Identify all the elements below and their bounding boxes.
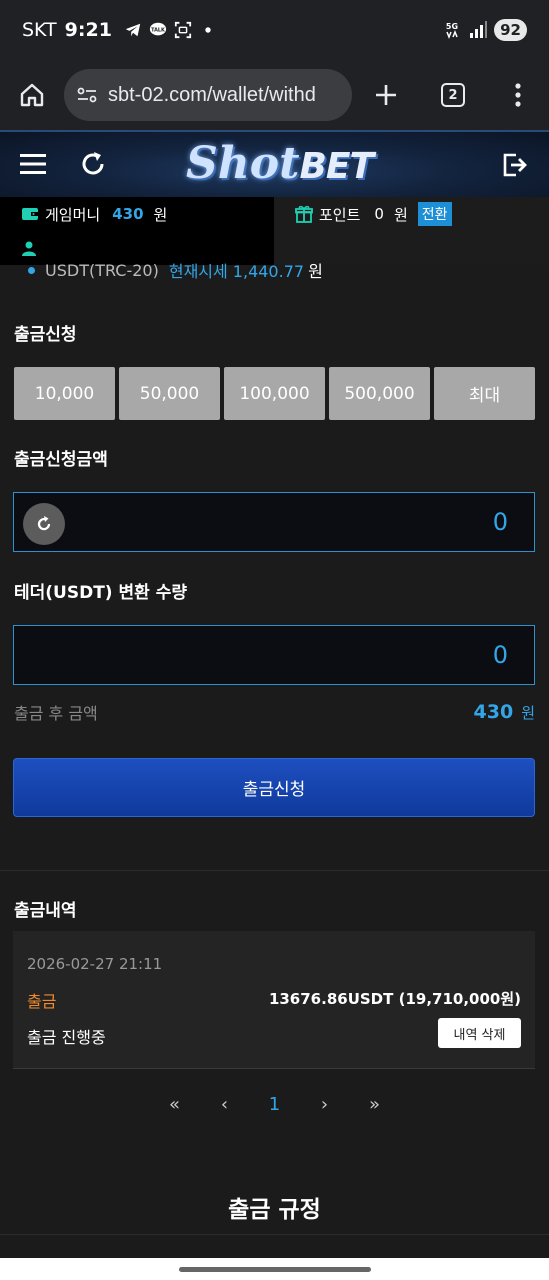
notification-dot-icon (205, 27, 211, 33)
usdt-amount-value: 0 (492, 641, 508, 669)
site-settings-icon[interactable] (76, 84, 98, 106)
signal-icon (470, 21, 488, 38)
svg-text:5G: 5G (446, 22, 458, 31)
home-gesture-handle[interactable] (178, 1266, 371, 1272)
telegram-icon (125, 23, 141, 37)
point-label: 포인트 (319, 205, 361, 224)
prev-page-button[interactable]: ‹ (214, 1094, 236, 1115)
convert-button[interactable]: 전환 (417, 202, 452, 226)
quick-amount-max[interactable]: 최대 (434, 367, 535, 420)
screenshot-icon (174, 21, 192, 39)
home-icon (20, 83, 44, 107)
browser-toolbar: sbt-02.com/wallet/withd 2 (0, 60, 549, 130)
history-amount: 13676.86USDT (19,710,000원) (268, 990, 521, 1008)
logo-bet-text: BET (299, 146, 374, 187)
last-page-button[interactable]: » (364, 1094, 386, 1115)
game-money-display: 게임머니 430 원 (0, 197, 274, 231)
divider (0, 1234, 549, 1235)
quick-amount-10000[interactable]: 10,000 (14, 367, 115, 420)
battery-indicator: 92 (494, 19, 527, 41)
more-vertical-icon (514, 83, 521, 107)
wallet-bar: 게임머니 430 원 포인트 0 원 전환 (0, 197, 549, 231)
usdt-amount-label: 테더(USDT) 변환 수량 (14, 583, 187, 603)
game-money-label: 게임머니 (45, 205, 101, 224)
point-unit: 원 (393, 205, 408, 224)
balance-after-label: 출금 후 금액 (14, 704, 98, 723)
history-type: 출금 (27, 992, 57, 1011)
balance-after-unit: 원 (521, 703, 535, 722)
carrier-label: SKT (22, 19, 57, 41)
svg-text:TALK: TALK (151, 27, 165, 33)
history-item: 2026-02-27 21:11 출금 13676.86USDT (19,710… (13, 931, 535, 1069)
clock: 9:21 (64, 19, 112, 41)
history-date: 2026-02-27 21:11 (27, 955, 163, 973)
first-page-button[interactable]: « (164, 1094, 186, 1115)
balance-after-value: 430 (473, 701, 514, 723)
balance-after-row: 출금 후 금액 430 원 (14, 700, 535, 724)
refresh-icon[interactable] (80, 150, 106, 178)
withdraw-history-title: 출금내역 (14, 901, 77, 921)
system-nav-bar (0, 1258, 549, 1280)
game-money-unit: 원 (153, 205, 168, 224)
usdt-amount-input[interactable]: 0 (13, 625, 535, 685)
point-value: 0 (374, 205, 384, 223)
kakaotalk-icon: TALK (149, 22, 167, 36)
quick-amount-500000[interactable]: 500,000 (329, 367, 430, 420)
home-button[interactable] (0, 60, 64, 130)
withdraw-amount-label: 출금신청금액 (14, 450, 108, 470)
withdraw-rules-title: 출금 규정 (228, 1197, 321, 1223)
reset-icon (37, 516, 51, 531)
rate-unit: 원 (308, 262, 323, 281)
next-page-button[interactable]: › (314, 1094, 336, 1115)
game-money-value: 430 (112, 205, 144, 223)
exchange-rate-row: USDT(TRC-20) 현재시세 1,440.77 원 (28, 258, 323, 282)
pagination: « ‹ 1 › » (0, 1094, 549, 1115)
plus-icon (376, 85, 396, 105)
currency-label: USDT(TRC-20) (45, 260, 159, 280)
user-icon (22, 241, 36, 256)
submit-withdraw-button[interactable]: 출금신청 (13, 758, 535, 817)
reset-amount-button[interactable] (23, 503, 65, 545)
site-logo[interactable]: ShotBET (186, 138, 374, 189)
current-rate: 현재시세 1,440.77 (168, 262, 305, 281)
new-tab-button[interactable] (352, 60, 420, 130)
wallet-icon (22, 208, 38, 220)
withdraw-amount-input[interactable]: 0 (13, 492, 535, 552)
logout-icon[interactable] (502, 152, 528, 178)
divider (0, 870, 549, 871)
gift-icon (295, 205, 313, 223)
tab-count: 2 (441, 83, 465, 107)
url-text[interactable]: sbt-02.com/wallet/withd (108, 84, 316, 107)
browser-menu-button[interactable] (486, 60, 549, 130)
status-bar: SKT 9:21 TALK 5G 92 (0, 0, 549, 60)
delete-history-button[interactable]: 내역 삭제 (438, 1018, 521, 1048)
page-1-button[interactable]: 1 (264, 1094, 286, 1115)
5g-icon: 5G (446, 22, 458, 40)
quick-amount-50000[interactable]: 50,000 (119, 367, 220, 420)
bullet-dot (28, 266, 35, 274)
history-status: 출금 진행중 (27, 1028, 106, 1047)
logo-shot-text: Shot (186, 138, 300, 189)
quick-amount-buttons: 10,000 50,000 100,000 500,000 최대 (14, 367, 535, 420)
point-display: 포인트 0 원 전환 (274, 197, 549, 231)
withdraw-amount-value: 0 (492, 508, 508, 536)
quick-amount-100000[interactable]: 100,000 (224, 367, 325, 420)
hamburger-menu-icon[interactable] (20, 153, 46, 175)
address-bar[interactable]: sbt-02.com/wallet/withd (64, 69, 352, 121)
site-header: ShotBET (0, 130, 549, 197)
withdraw-request-title: 출금신청 (14, 325, 77, 345)
tab-switcher-button[interactable]: 2 (420, 60, 486, 130)
